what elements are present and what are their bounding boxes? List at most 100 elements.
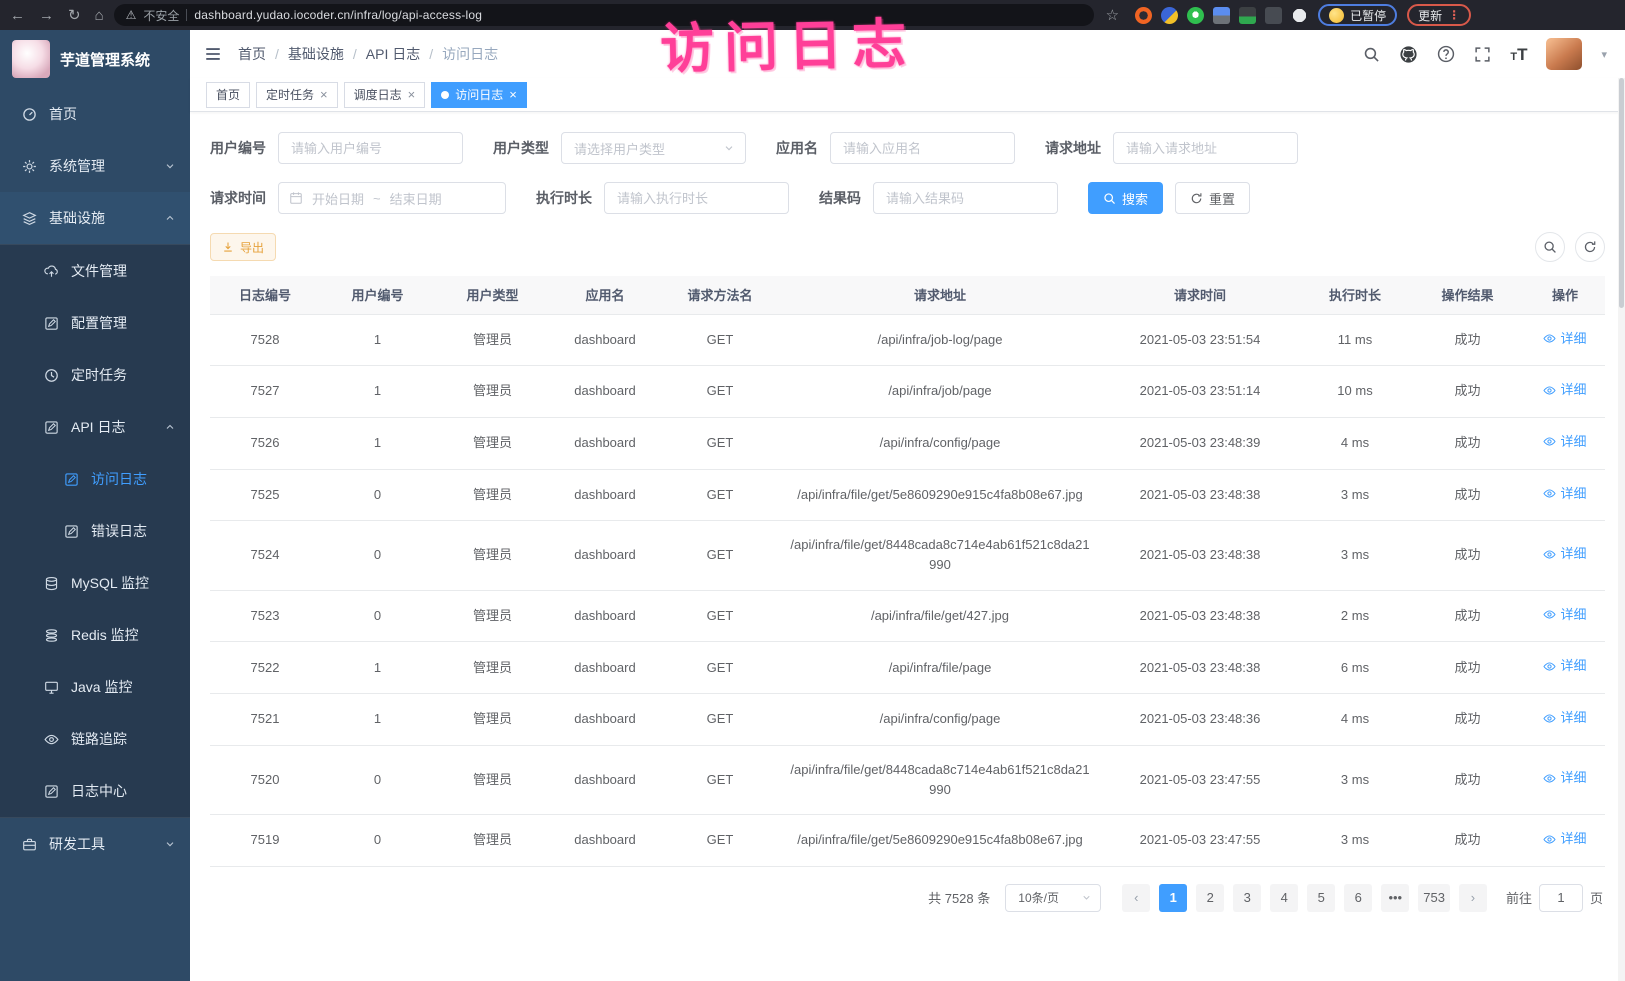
extension-shield-icon[interactable] xyxy=(1161,7,1178,24)
sidebar-item-label: MySQL 监控 xyxy=(71,573,149,593)
address-bar[interactable]: ⚠ 不安全 dashboard.yudao.iocoder.cn/infra/l… xyxy=(114,4,1094,26)
close-icon[interactable]: × xyxy=(509,88,517,101)
sidebar-item-access-log[interactable]: 访问日志 xyxy=(0,453,190,505)
result-code-input[interactable] xyxy=(873,182,1058,214)
sidebar-item-mysql-monitor[interactable]: MySQL 监控 xyxy=(0,557,190,609)
sidebar: 芋道管理系统 首页 系统管理 基础设施 文件管理 配置管理 定时任务 API 日… xyxy=(0,30,190,981)
extension-orange-icon[interactable] xyxy=(1135,7,1152,24)
user-id-input[interactable] xyxy=(278,132,463,164)
sidebar-item-redis-monitor[interactable]: Redis 监控 xyxy=(0,609,190,661)
extension-puzzle-color-icon[interactable] xyxy=(1213,7,1230,24)
download-icon xyxy=(222,241,234,253)
home-icon[interactable]: ⌂ xyxy=(95,8,104,23)
extension-translate-icon[interactable] xyxy=(1239,7,1256,24)
profile-paused-chip[interactable]: 已暂停 xyxy=(1318,4,1397,26)
log-document-icon xyxy=(44,420,59,435)
browser-update-button[interactable]: 更新 ⋮ xyxy=(1407,4,1471,26)
tab-access-log[interactable]: 访问日志 × xyxy=(431,82,527,108)
search-icon[interactable] xyxy=(1363,46,1380,63)
not-secure-icon: ⚠ xyxy=(126,8,137,22)
more-pages-button[interactable]: ••• xyxy=(1381,884,1409,912)
tab-home[interactable]: 首页 xyxy=(206,82,250,108)
page-button-6[interactable]: 6 xyxy=(1344,884,1372,912)
scrollbar[interactable] xyxy=(1618,78,1625,981)
prev-page-button[interactable]: ‹ xyxy=(1122,884,1150,912)
breadcrumb-infrastructure[interactable]: 基础设施 xyxy=(288,44,344,64)
sidebar-item-home[interactable]: 首页 xyxy=(0,88,190,140)
page-button-2[interactable]: 2 xyxy=(1196,884,1224,912)
detail-link[interactable]: 详细 xyxy=(1543,329,1586,349)
detail-link[interactable]: 详细 xyxy=(1543,768,1586,788)
end-date-placeholder: 结束日期 xyxy=(390,189,442,208)
sidebar-item-link-tracing[interactable]: 链路追踪 xyxy=(0,713,190,765)
hamburger-menu-icon[interactable] xyxy=(204,45,222,63)
help-icon[interactable] xyxy=(1437,45,1455,63)
breadcrumb-api-log[interactable]: API 日志 xyxy=(366,44,420,64)
page-button-last[interactable]: 753 xyxy=(1418,884,1450,912)
close-icon[interactable]: × xyxy=(320,88,328,101)
col-log-id: 日志编号 xyxy=(210,276,320,314)
browser-menu-icon[interactable]: ⋮ xyxy=(1448,8,1460,22)
detail-link[interactable]: 详细 xyxy=(1543,380,1586,400)
reload-icon[interactable]: ↻ xyxy=(68,8,81,23)
date-range-picker[interactable]: 开始日期 ~ 结束日期 xyxy=(278,182,506,214)
avatar-caret-icon[interactable]: ▾ xyxy=(1601,48,1607,61)
toggle-search-button[interactable] xyxy=(1535,232,1565,262)
detail-link[interactable]: 详细 xyxy=(1543,708,1586,728)
tab-scheduled-tasks[interactable]: 定时任务 × xyxy=(256,82,338,108)
sidebar-item-system[interactable]: 系统管理 xyxy=(0,140,190,192)
duration-input[interactable] xyxy=(604,182,789,214)
page-button-4[interactable]: 4 xyxy=(1270,884,1298,912)
detail-link[interactable]: 详细 xyxy=(1543,605,1586,625)
page-size-select[interactable]: 10条/页 xyxy=(1005,884,1101,912)
sidebar-item-file-management[interactable]: 文件管理 xyxy=(0,245,190,297)
scrollbar-thumb[interactable] xyxy=(1619,78,1624,308)
extension-puzzle-icon[interactable] xyxy=(1291,7,1308,24)
reset-button[interactable]: 重置 xyxy=(1175,182,1250,214)
font-size-icon[interactable]: TT xyxy=(1510,46,1527,63)
extension-green-icon[interactable] xyxy=(1187,7,1204,24)
field-user-type: 用户类型 请选择用户类型 xyxy=(493,132,746,164)
refresh-table-button[interactable] xyxy=(1575,232,1605,262)
detail-link[interactable]: 详细 xyxy=(1543,432,1586,452)
page-button-3[interactable]: 3 xyxy=(1233,884,1261,912)
browser-toolbar: ← → ↻ ⌂ ⚠ 不安全 dashboard.yudao.iocoder.cn… xyxy=(0,0,1625,30)
sidebar-logo[interactable]: 芋道管理系统 xyxy=(0,30,190,88)
github-icon[interactable] xyxy=(1399,45,1418,64)
extension-dark-icon[interactable] xyxy=(1265,7,1282,24)
sidebar-item-infrastructure[interactable]: 基础设施 xyxy=(0,192,190,244)
active-dot-icon xyxy=(441,91,449,99)
user-avatar[interactable] xyxy=(1546,38,1582,70)
export-button[interactable]: 导出 xyxy=(210,233,276,261)
goto-page-input[interactable] xyxy=(1539,884,1583,912)
sidebar-item-log-center[interactable]: 日志中心 xyxy=(0,765,190,817)
next-page-button[interactable]: › xyxy=(1459,884,1487,912)
forward-icon[interactable]: → xyxy=(39,8,54,23)
back-icon[interactable]: ← xyxy=(10,8,25,23)
eye-icon xyxy=(44,732,59,747)
tab-schedule-log[interactable]: 调度日志 × xyxy=(344,82,426,108)
table-header-row: 日志编号 用户编号 用户类型 应用名 请求方法名 请求地址 请求时间 执行时长 … xyxy=(210,276,1605,314)
sidebar-item-api-log[interactable]: API 日志 xyxy=(0,401,190,453)
detail-link[interactable]: 详细 xyxy=(1543,544,1586,564)
sidebar-item-java-monitor[interactable]: Java 监控 xyxy=(0,661,190,713)
close-icon[interactable]: × xyxy=(408,88,416,101)
sidebar-item-dev-tools[interactable]: 研发工具 xyxy=(0,818,190,870)
detail-link[interactable]: 详细 xyxy=(1543,829,1586,849)
app-name-input[interactable] xyxy=(830,132,1015,164)
sidebar-item-scheduled-tasks[interactable]: 定时任务 xyxy=(0,349,190,401)
sidebar-item-error-log[interactable]: 错误日志 xyxy=(0,505,190,557)
page-button-5[interactable]: 5 xyxy=(1307,884,1335,912)
request-url-input[interactable] xyxy=(1113,132,1298,164)
search-button[interactable]: 搜索 xyxy=(1088,182,1163,214)
bookmark-star-icon[interactable]: ☆ xyxy=(1106,8,1119,23)
user-type-label: 用户类型 xyxy=(493,138,549,158)
sidebar-item-config-management[interactable]: 配置管理 xyxy=(0,297,190,349)
col-request-time: 请求时间 xyxy=(1100,276,1300,314)
page-button-1[interactable]: 1 xyxy=(1159,884,1187,912)
fullscreen-icon[interactable] xyxy=(1474,46,1491,63)
detail-link[interactable]: 详细 xyxy=(1543,656,1586,676)
detail-link[interactable]: 详细 xyxy=(1543,484,1586,504)
user-type-select[interactable]: 请选择用户类型 xyxy=(561,132,746,164)
breadcrumb-home[interactable]: 首页 xyxy=(238,44,266,64)
